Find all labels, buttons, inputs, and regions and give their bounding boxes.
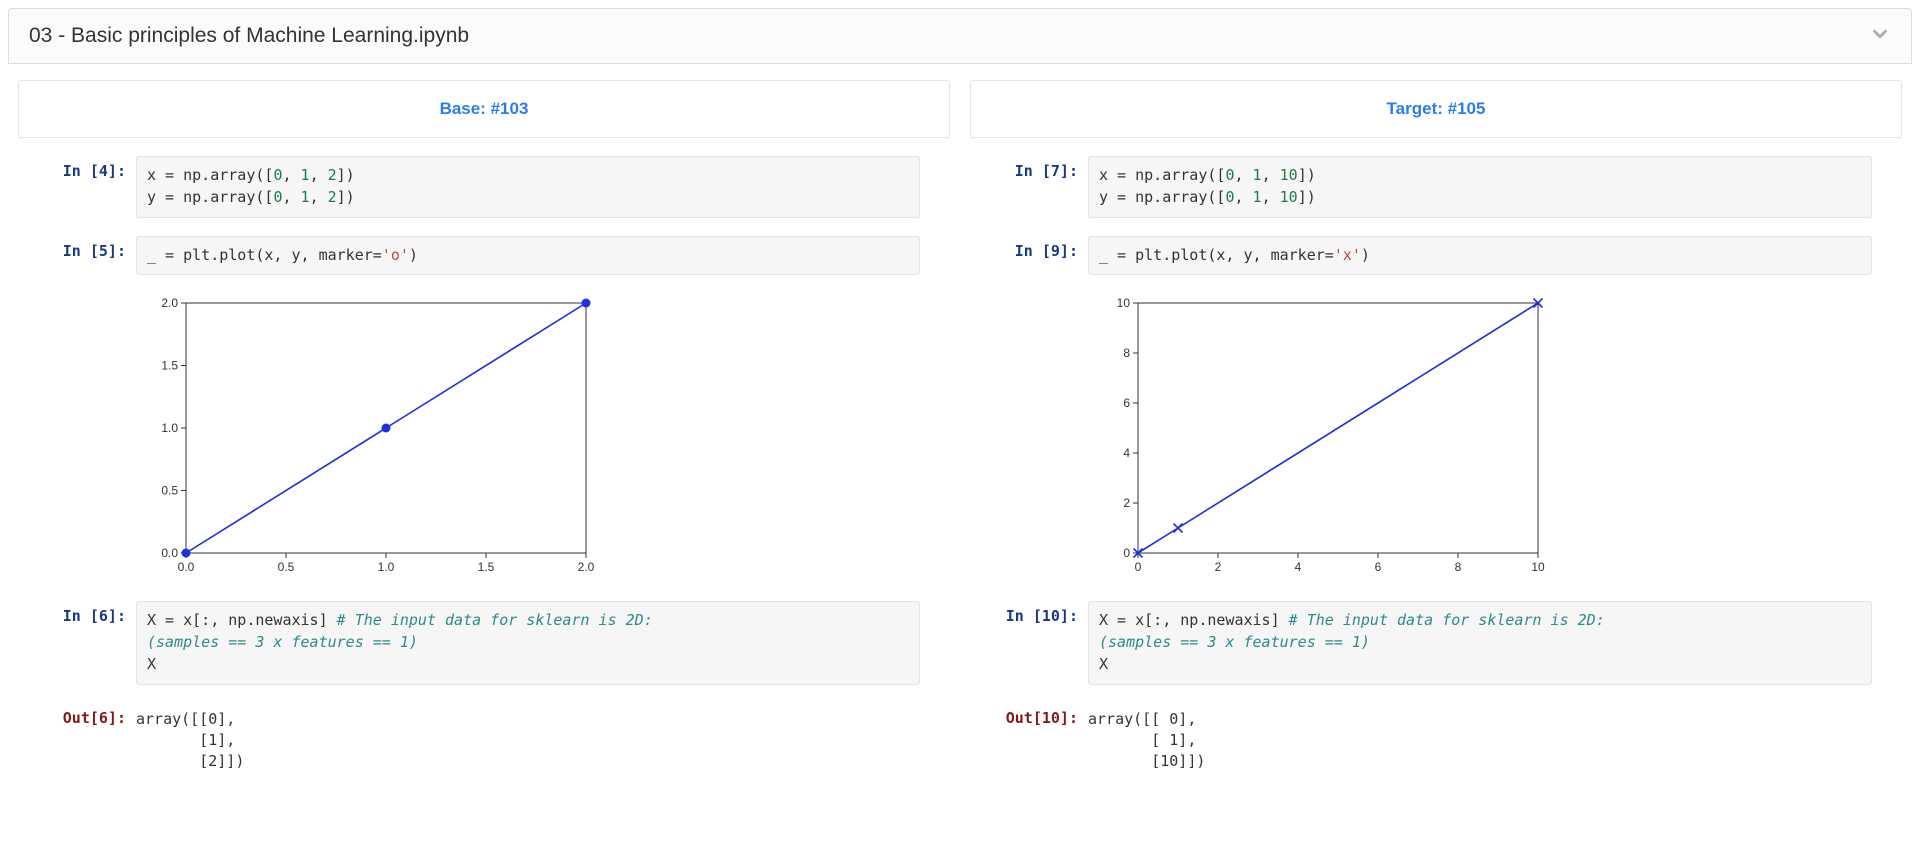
code-input[interactable]: X = x[:, np.newaxis] # The input data fo… [1088,601,1872,684]
plot-cell: 0.0 0.5 1.0 1.5 2.0 0.0 0.5 1.0 1.5 2.0 [48,293,920,583]
base-column: Base: #103 In [4]: x = np.array([0, 1, 2… [8,72,960,810]
svg-text:2.0: 2.0 [578,560,595,574]
target-column: Target: #105 In [7]: x = np.array([0, 1,… [960,72,1912,810]
svg-text:0.5: 0.5 [161,484,178,498]
out-prompt: Out[6]: [48,703,136,727]
svg-text:0.5: 0.5 [278,560,295,574]
svg-text:1.5: 1.5 [161,359,178,373]
svg-text:0.0: 0.0 [161,546,178,560]
svg-text:0.0: 0.0 [178,560,195,574]
svg-text:1.0: 1.0 [161,421,178,435]
svg-text:1.0: 1.0 [378,560,395,574]
in-prompt: In [5]: [48,236,136,260]
svg-text:2: 2 [1123,496,1130,510]
svg-text:0: 0 [1135,560,1142,574]
target-header[interactable]: Target: #105 [970,80,1902,138]
code-input[interactable]: x = np.array([0, 1, 10]) y = np.array([0… [1088,156,1872,218]
code-input[interactable]: _ = plt.plot(x, y, marker='o') [136,236,920,276]
code-cell: In [4]: x = np.array([0, 1, 2]) y = np.a… [48,156,920,218]
cell-output: array([[ 0], [ 1], [10]]) [1088,703,1872,772]
target-plot-output: 0 2 4 6 8 10 0 2 4 6 8 10 [1088,293,1872,583]
code-cell: In [10]: X = x[:, np.newaxis] # The inpu… [1000,601,1872,684]
svg-text:8: 8 [1123,346,1130,360]
in-prompt: In [6]: [48,601,136,625]
in-prompt: In [7]: [1000,156,1088,180]
code-input[interactable]: x = np.array([0, 1, 2]) y = np.array([0,… [136,156,920,218]
svg-text:6: 6 [1375,560,1382,574]
target-notebook: In [7]: x = np.array([0, 1, 10]) y = np.… [960,148,1912,810]
svg-text:0: 0 [1123,546,1130,560]
svg-text:4: 4 [1295,560,1302,574]
output-cell: Out[6]: array([[0], [1], [2]]) [48,703,920,772]
cell-output: array([[0], [1], [2]]) [136,703,920,772]
code-cell: In [9]: _ = plt.plot(x, y, marker='x') [1000,236,1872,276]
code-cell: In [6]: X = x[:, np.newaxis] # The input… [48,601,920,684]
svg-text:6: 6 [1123,396,1130,410]
empty-prompt [48,293,136,299]
code-input[interactable]: _ = plt.plot(x, y, marker='x') [1088,236,1872,276]
in-prompt: In [10]: [1000,601,1088,625]
in-prompt: In [9]: [1000,236,1088,260]
base-notebook: In [4]: x = np.array([0, 1, 2]) y = np.a… [8,148,960,810]
plot-cell: 0 2 4 6 8 10 0 2 4 6 8 10 [1000,293,1872,583]
base-plot-output: 0.0 0.5 1.0 1.5 2.0 0.0 0.5 1.0 1.5 2.0 [136,293,920,583]
diff-columns: Base: #103 In [4]: x = np.array([0, 1, 2… [8,72,1912,810]
svg-text:8: 8 [1455,560,1462,574]
out-prompt: Out[10]: [1000,703,1088,727]
base-header[interactable]: Base: #103 [18,80,950,138]
output-cell: Out[10]: array([[ 0], [ 1], [10]]) [1000,703,1872,772]
svg-text:10: 10 [1117,296,1131,310]
file-header[interactable]: 03 - Basic principles of Machine Learnin… [8,8,1912,64]
code-cell: In [7]: x = np.array([0, 1, 10]) y = np.… [1000,156,1872,218]
svg-text:1.5: 1.5 [478,560,495,574]
code-cell: In [5]: _ = plt.plot(x, y, marker='o') [48,236,920,276]
code-input[interactable]: X = x[:, np.newaxis] # The input data fo… [136,601,920,684]
svg-text:2.0: 2.0 [161,296,178,310]
svg-text:4: 4 [1123,446,1130,460]
empty-prompt [1000,293,1088,299]
svg-text:10: 10 [1531,560,1545,574]
collapse-chevron-icon[interactable] [1869,23,1891,49]
svg-text:2: 2 [1215,560,1222,574]
in-prompt: In [4]: [48,156,136,180]
file-title: 03 - Basic principles of Machine Learnin… [29,24,469,48]
